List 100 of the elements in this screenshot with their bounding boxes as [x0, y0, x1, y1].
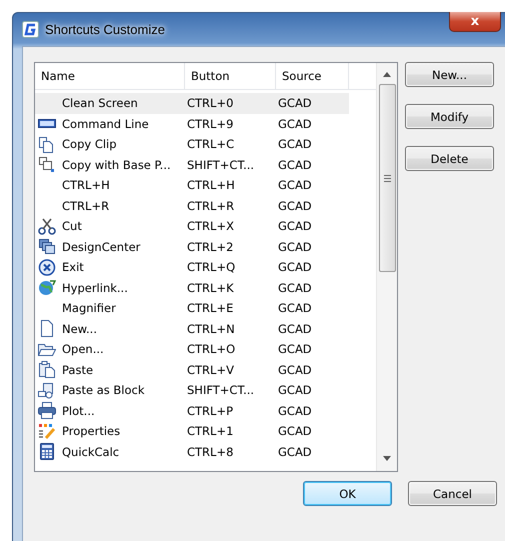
table-cell: CTRL+0 — [185, 93, 276, 114]
table-cell-text: GCAD — [277, 177, 313, 194]
command-name: Paste as Block — [62, 383, 144, 398]
command-name: DesignCenter — [62, 240, 140, 254]
table-cell-text: CTRL+Q — [186, 259, 236, 276]
shortcut-row[interactable]: Command Line — [35, 114, 185, 134]
table-cell-text: GCAD — [277, 198, 313, 215]
document-icon — [38, 320, 56, 338]
table-cell-text: GCAD — [277, 300, 313, 318]
shortcut-row[interactable]: Plot... — [35, 400, 185, 421]
copy-icon — [38, 136, 56, 153]
command-name: Cut — [62, 219, 82, 234]
command-name: Magnifier — [62, 301, 116, 316]
column-header[interactable]: Button — [185, 63, 276, 90]
window-title: Shortcuts Customize — [45, 22, 165, 37]
calculator-icon — [38, 443, 56, 460]
command-name: CTRL+H — [62, 178, 110, 192]
scroll-up-icon[interactable] — [383, 72, 391, 77]
shortcut-row[interactable]: CTRL+H — [35, 175, 185, 196]
table-cell-text: CTRL+C — [186, 136, 236, 154]
table-cell-text: CTRL+1 — [186, 423, 234, 440]
table-cell-text: CTRL+P — [186, 402, 234, 420]
command-name: New... — [62, 322, 97, 336]
dialog-button[interactable]: Cancel — [408, 481, 497, 506]
table-cell-text: CTRL+V — [186, 362, 235, 379]
clipboard-icon — [38, 361, 56, 378]
table-cell-text: CTRL+9 — [186, 116, 234, 133]
table-cell-text: GCAD — [277, 402, 313, 420]
table-cell-text: GCAD — [277, 362, 313, 379]
table-cell-text: GCAD — [277, 136, 313, 154]
shortcut-row[interactable]: Paste as Block — [35, 380, 185, 400]
shortcut-row[interactable]: Magnifier — [35, 298, 185, 318]
column-header[interactable]: Name — [35, 63, 185, 90]
table-cell-text: CTRL+O — [186, 341, 236, 358]
command-name: Properties — [62, 424, 120, 438]
command-name: Open... — [62, 342, 104, 356]
table-cell-text: GCAD — [277, 341, 313, 358]
dialog-button[interactable]: OK — [303, 481, 392, 506]
table-cell-text: GCAD — [277, 259, 313, 276]
table-cell-text: CTRL+R — [186, 198, 236, 215]
shortcut-row[interactable]: Paste — [35, 360, 185, 380]
action-button[interactable]: New... — [405, 62, 494, 87]
shortcut-row[interactable]: QuickCalc — [35, 442, 185, 462]
shortcut-row[interactable]: Exit — [35, 257, 185, 278]
table-cell-text: GCAD — [277, 444, 313, 461]
column-header[interactable]: Source — [276, 63, 349, 90]
command-name: Clean Screen — [62, 96, 138, 110]
action-button[interactable]: Modify — [405, 104, 494, 129]
table-cell-text: CTRL+2 — [186, 238, 234, 256]
table-cell-text: GCAD — [277, 116, 313, 133]
shortcut-row[interactable]: Cut — [35, 216, 185, 236]
table-cell-text: GCAD — [277, 156, 313, 174]
command-name: Hyperlink... — [62, 280, 128, 295]
table-cell-text: CTRL+N — [186, 320, 236, 338]
printer-icon — [38, 402, 56, 420]
table-cell-text: GCAD — [277, 280, 313, 297]
scrollbar[interactable] — [376, 63, 397, 471]
table-cell-text: CTRL+H — [186, 177, 236, 194]
table-cell: GCAD — [276, 93, 349, 114]
table-cell-text: CTRL+K — [186, 280, 235, 297]
command-name: Paste — [62, 362, 94, 377]
scroll-thumb[interactable] — [378, 84, 396, 272]
shortcut-row[interactable]: New... — [35, 318, 185, 339]
paste-block-icon — [38, 382, 56, 399]
table-cell-text: CTRL+E — [186, 300, 234, 318]
shortcut-row[interactable]: Copy with Base P... — [35, 154, 185, 175]
grip-icon — [384, 174, 390, 182]
shortcut-row[interactable]: Clean Screen — [35, 93, 185, 114]
shortcut-row[interactable]: DesignCenter — [35, 236, 185, 257]
command-name: CTRL+R — [62, 198, 110, 213]
scissors-icon — [38, 218, 56, 235]
globe-icon — [38, 279, 56, 296]
close-circle-icon — [38, 258, 56, 276]
command-name: Exit — [62, 260, 84, 274]
table-cell-text: GCAD — [277, 382, 313, 400]
shortcut-row[interactable]: Properties — [35, 421, 185, 442]
shortcut-row[interactable]: Open... — [35, 339, 185, 360]
table-cell-text: SHIFT+CT... — [186, 156, 256, 174]
action-button[interactable]: Delete — [405, 146, 494, 171]
command-name: Copy Clip — [62, 137, 117, 152]
app-logo-icon — [22, 21, 39, 38]
properties-icon — [38, 422, 56, 440]
table-cell-text: GCAD — [277, 423, 313, 440]
command-name: QuickCalc — [62, 444, 120, 459]
copy-icon — [38, 156, 56, 174]
command-name: Plot... — [62, 404, 95, 418]
table-cell-text: CTRL+X — [186, 218, 235, 236]
table-cell-text: GCAD — [277, 320, 313, 338]
command-name: Command Line — [62, 116, 149, 131]
shortcut-row[interactable]: Hyperlink... — [35, 278, 185, 298]
shortcut-row[interactable]: CTRL+R — [35, 196, 185, 216]
table-cell-text: GCAD — [277, 218, 313, 236]
table-cell-text: GCAD — [277, 238, 313, 256]
scroll-down-icon[interactable] — [383, 456, 391, 461]
close-button[interactable]: x — [449, 12, 501, 32]
command-name: Copy with Base P... — [62, 158, 171, 172]
table-cell-text: CTRL+8 — [186, 444, 234, 461]
shortcut-row[interactable]: Copy Clip — [35, 134, 185, 154]
table-cell-text: SHIFT+CT... — [186, 382, 256, 400]
stacked-windows-icon — [38, 238, 56, 256]
